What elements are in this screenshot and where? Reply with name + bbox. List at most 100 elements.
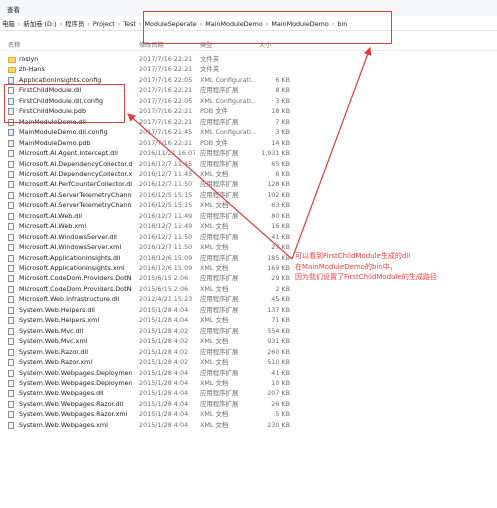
file-date: 2017/7/16 22:21 (139, 55, 193, 63)
file-type: 文件夹 (200, 55, 220, 63)
file-size: 27 KB (271, 243, 290, 252)
file-size: 230 KB (267, 420, 290, 429)
file-size: 169 KB (267, 264, 290, 272)
file-row[interactable]: Microsoft.AI.Web.dll 2016/12/7 11:49 应用程序扩… (0, 211, 497, 221)
breadcrumb-item[interactable]: 电脑 (2, 20, 15, 28)
file-row[interactable]: System.Web.Webpages.dll 2015/1/28 4:04 应用程… (0, 388, 497, 398)
file-type: XML 文档 (200, 420, 229, 429)
pdb-icon (8, 138, 16, 148)
dll-icon (8, 253, 16, 263)
file-type: 应用程序扩展 (200, 274, 239, 283)
file-size: 6 KB (275, 75, 290, 84)
xml-icon (8, 409, 16, 419)
file-row[interactable]: System.Web.Webpages.xml 2015/1/28 4:04 XML… (0, 420, 497, 430)
file-row[interactable]: Microsoft.AI.DependencyCollector.dll 2016… (0, 159, 497, 169)
file-row[interactable]: System.Web.Razor.xml 2015/1/28 4:02 XML 文档… (0, 357, 497, 367)
breadcrumb-item[interactable]: Test (123, 20, 136, 28)
file-row[interactable]: System.Web.Webpages.Deployment.... 2015/1… (0, 368, 497, 378)
file-row[interactable]: MainModuleDemo.pdb 2017/7/16 22:21 PDB 文件 1… (0, 138, 497, 148)
file-size: 137 KB (267, 305, 290, 314)
chevron-right-icon: › (117, 20, 121, 28)
file-date: 2015/6/15 2:06 (139, 274, 189, 283)
column-name[interactable]: 名称 (8, 40, 20, 49)
breadcrumb-item[interactable]: 程序员 (65, 20, 84, 28)
file-size: 207 KB (267, 389, 290, 398)
file-date: 2016/12/7 11:45 (139, 159, 193, 168)
file-type: XML 文档 (200, 337, 229, 346)
file-name: System.Web.Webpages.Razor.xml (19, 410, 128, 419)
file-row[interactable]: Microsoft.CodeDom.Providers.DotNe... 2015… (0, 284, 497, 294)
file-name: Microsoft.AI.ServerTelemetryChannel... (19, 190, 132, 199)
file-row[interactable]: System.Web.Webpages.Razor.xml 2015/1/28 4… (0, 409, 497, 419)
breadcrumb-item[interactable]: Project (93, 20, 115, 28)
file-size: 1,931 KB (261, 149, 290, 158)
breadcrumb-item[interactable]: 新加卷 (D:) (23, 20, 56, 28)
file-type: 应用程序扩展 (200, 211, 239, 220)
file-size: 14 KB (271, 138, 290, 147)
dll-icon (8, 159, 16, 169)
file-row[interactable]: System.Web.Helpers.dll 2015/1/28 4:04 应用程序… (0, 305, 497, 315)
file-row[interactable]: Microsoft.AI.Web.xml 2016/12/7 11:49 XML 文… (0, 221, 497, 231)
file-row[interactable]: Microsoft.AI.PerfCounterCollector.dll 201… (0, 179, 497, 189)
file-row[interactable]: Microsoft.AI.DependencyCollector.xml 2016… (0, 169, 497, 179)
dll-icon (8, 190, 16, 200)
file-name: System.Web.Mvc.xml (19, 337, 88, 346)
xml-icon (8, 357, 16, 367)
file-row[interactable]: System.Web.Mvc.xml 2015/1/28 4:02 XML 文档 93… (0, 336, 497, 346)
xml-icon (8, 284, 16, 294)
file-row[interactable]: roslyn 2017/7/16 22:21 文件夹 (0, 54, 497, 64)
file-name: System.Web.Webpages.xml (19, 420, 108, 429)
file-name: Microsoft.AI.DependencyCollector.xml (19, 169, 132, 178)
file-row[interactable]: zh-Hans 2017/7/16 22:21 文件夹 (0, 64, 497, 74)
dll-icon (8, 399, 16, 409)
file-type: XML 文档 (200, 316, 229, 325)
file-row[interactable]: Microsoft.Web.Infrastructure.dll 2012/4/2… (0, 294, 497, 304)
file-row[interactable]: System.Web.Helpers.xml 2015/1/28 4:04 XML … (0, 315, 497, 325)
file-date: 2016/12/7 11:50 (139, 232, 193, 241)
file-name: Microsoft.AI.WindowsServer.xml (19, 243, 122, 252)
file-type: 应用程序扩展 (200, 295, 239, 304)
file-date: 2017/7/16 22:21 (139, 117, 193, 126)
file-row[interactable]: Microsoft.AI.WindowsServer.dll 2016/12/7 … (0, 232, 497, 242)
file-size: 6 KB (275, 169, 290, 178)
file-date: 2015/1/28 4:04 (139, 305, 189, 314)
annotation-line: 因为我们设置了FirstChildModule的生成路径 (295, 273, 437, 281)
file-row[interactable]: System.Web.Webpages.Deployment.... 2015/1… (0, 378, 497, 388)
file-name: System.Web.Razor.xml (19, 358, 93, 367)
file-size: 554 KB (267, 326, 290, 335)
file-type: 应用程序扩展 (200, 389, 239, 398)
file-name: Microsoft.Web.Infrastructure.dll (19, 295, 120, 304)
file-size: 29 KB (271, 274, 290, 283)
file-type: 应用程序扩展 (200, 347, 239, 356)
file-row[interactable]: System.Web.Razor.dll 2015/1/28 4:02 应用程序扩展… (0, 347, 497, 357)
bin-path-highlight (143, 11, 392, 44)
file-name: Microsoft.ApplicationInsights.xml (19, 264, 125, 272)
file-size: 185 KB (267, 253, 290, 262)
file-row[interactable]: MainModuleDemo.dll.config 2017/7/16 21:45… (0, 127, 497, 137)
file-row[interactable]: System.Web.Mvc.dll 2015/1/28 4:02 应用程序扩展 55… (0, 326, 497, 336)
file-row[interactable]: Microsoft.AI.Agent.Intercept.dll 2016/11/… (0, 148, 497, 158)
file-size: 45 KB (271, 295, 290, 304)
file-type: XML Configurati... (200, 75, 256, 84)
dll-icon (8, 179, 16, 189)
file-type: XML 文档 (200, 410, 229, 419)
file-type: 应用程序扩展 (200, 253, 239, 262)
file-type: 应用程序扩展 (200, 232, 239, 241)
config-icon (8, 127, 16, 137)
file-date: 2015/1/28 4:04 (139, 378, 189, 387)
file-date: 2016/12/5 15:15 (139, 201, 193, 210)
file-type: XML 文档 (200, 243, 229, 252)
file-date: 2016/12/6 15:09 (139, 253, 193, 262)
file-name: System.Web.Webpages.Razor.dll (19, 399, 124, 408)
view-menu[interactable]: 查看 (7, 4, 20, 14)
file-row[interactable]: Microsoft.AI.ServerTelemetryChannel... 20… (0, 200, 497, 210)
file-name: System.Web.Webpages.dll (19, 389, 104, 398)
file-date: 2016/12/6 15:09 (139, 264, 193, 272)
file-row[interactable]: System.Web.Webpages.Razor.dll 2015/1/28 4… (0, 399, 497, 409)
file-size: 80 KB (271, 211, 290, 220)
file-size: 65 KB (271, 159, 290, 168)
file-date: 2016/12/7 11:50 (139, 180, 193, 189)
file-name: System.Web.Webpages.Deployment.... (19, 378, 132, 387)
file-size: 3 KB (275, 128, 290, 137)
file-row[interactable]: Microsoft.AI.ServerTelemetryChannel... 20… (0, 190, 497, 200)
